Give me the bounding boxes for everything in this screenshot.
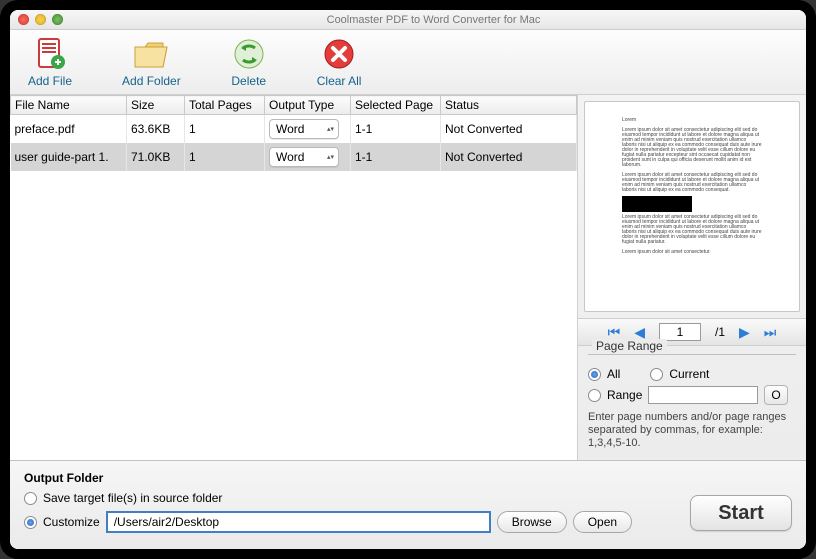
app-window: Coolmaster PDF to Word Converter for Mac…	[0, 0, 816, 559]
table-header-row: File Name Size Total Pages Output Type S…	[11, 96, 577, 115]
cell-status: Not Converted	[441, 115, 577, 144]
table-row[interactable]: user guide-part 1. 71.0KB 1 Word ▴▾ 1-1 …	[11, 143, 577, 171]
cell-selected-page: 1-1	[351, 143, 441, 171]
radio-range[interactable]	[588, 389, 601, 402]
stepper-icon: ▴▾	[327, 154, 334, 161]
file-list-empty-area	[10, 171, 577, 460]
footer: Output Folder Save target file(s) in sou…	[10, 460, 806, 549]
col-status[interactable]: Status	[441, 96, 577, 115]
radio-range-label: Range	[607, 388, 642, 402]
cell-selected-page: 1-1	[351, 115, 441, 144]
toolbar-label: Delete	[231, 74, 266, 88]
preview-page: Lorem Lorem ipsum dolor sit amet consect…	[612, 108, 772, 288]
open-button[interactable]: Open	[573, 511, 632, 533]
page-range-legend: Page Range	[592, 339, 667, 353]
add-file-button[interactable]: Add File	[28, 36, 72, 88]
last-page-icon[interactable]: ⏭	[764, 324, 777, 341]
preview-panel: Lorem Lorem ipsum dolor sit amet consect…	[578, 95, 806, 460]
close-icon[interactable]	[18, 14, 29, 25]
radio-customize-label: Customize	[43, 515, 100, 529]
window-title: Coolmaster PDF to Word Converter for Mac	[69, 14, 798, 26]
page-range-group: Page Range All Current Range O	[578, 346, 806, 460]
select-value: Word	[276, 150, 304, 164]
file-list-panel: File Name Size Total Pages Output Type S…	[10, 95, 578, 460]
col-file-name[interactable]: File Name	[11, 96, 127, 115]
col-total-pages[interactable]: Total Pages	[185, 96, 265, 115]
cell-file-name: user guide-part 1.	[11, 143, 127, 171]
first-page-icon[interactable]: ⏮	[608, 324, 621, 341]
file-table: File Name Size Total Pages Output Type S…	[10, 95, 577, 171]
cell-total-pages: 1	[185, 143, 265, 171]
table-row[interactable]: preface.pdf 63.6KB 1 Word ▴▾ 1-1 Not Con…	[11, 115, 577, 144]
radio-current[interactable]	[650, 368, 663, 381]
output-path-input[interactable]	[106, 511, 491, 533]
cell-size: 71.0KB	[127, 143, 185, 171]
cell-output-type: Word ▴▾	[265, 143, 351, 171]
toolbar: Add File Add Folder Delete	[10, 30, 806, 95]
toolbar-label: Add Folder	[122, 74, 181, 88]
cell-total-pages: 1	[185, 115, 265, 144]
radio-save-source[interactable]	[24, 492, 37, 505]
add-folder-button[interactable]: Add Folder	[122, 36, 181, 88]
zoom-icon[interactable]	[52, 14, 63, 25]
cell-status: Not Converted	[441, 143, 577, 171]
col-size[interactable]: Size	[127, 96, 185, 115]
prev-page-icon[interactable]: ◀	[634, 324, 645, 341]
cell-size: 63.6KB	[127, 115, 185, 144]
browse-button[interactable]: Browse	[497, 511, 567, 533]
main-area: File Name Size Total Pages Output Type S…	[10, 95, 806, 460]
range-ok-button[interactable]: O	[764, 385, 787, 405]
titlebar: Coolmaster PDF to Word Converter for Mac	[10, 10, 806, 30]
next-page-icon[interactable]: ▶	[739, 324, 750, 341]
output-type-select[interactable]: Word ▴▾	[269, 147, 339, 167]
toolbar-label: Clear All	[317, 74, 362, 88]
range-input[interactable]	[648, 386, 758, 404]
radio-save-source-label: Save target file(s) in source folder	[43, 491, 222, 505]
toolbar-label: Add File	[28, 74, 72, 88]
radio-current-label: Current	[669, 367, 709, 381]
col-output-type[interactable]: Output Type	[265, 96, 351, 115]
pdf-preview[interactable]: Lorem Lorem ipsum dolor sit amet consect…	[584, 101, 800, 312]
select-value: Word	[276, 122, 304, 136]
add-folder-icon	[133, 36, 169, 72]
minimize-icon[interactable]	[35, 14, 46, 25]
clear-all-button[interactable]: Clear All	[317, 36, 362, 88]
output-folder-title: Output Folder	[24, 471, 792, 485]
col-selected-page[interactable]: Selected Page	[351, 96, 441, 115]
page-total: /1	[715, 325, 725, 339]
stepper-icon: ▴▾	[327, 126, 334, 133]
page-range-hint: Enter page numbers and/or page ranges se…	[588, 411, 796, 450]
clear-all-icon	[321, 36, 357, 72]
add-file-icon	[32, 36, 68, 72]
radio-all[interactable]	[588, 368, 601, 381]
delete-icon	[231, 36, 267, 72]
radio-customize[interactable]	[24, 516, 37, 529]
output-type-select[interactable]: Word ▴▾	[269, 119, 339, 139]
cell-file-name: preface.pdf	[11, 115, 127, 144]
radio-all-label: All	[607, 367, 620, 381]
delete-button[interactable]: Delete	[231, 36, 267, 88]
cell-output-type: Word ▴▾	[265, 115, 351, 144]
start-button[interactable]: Start	[690, 495, 792, 531]
